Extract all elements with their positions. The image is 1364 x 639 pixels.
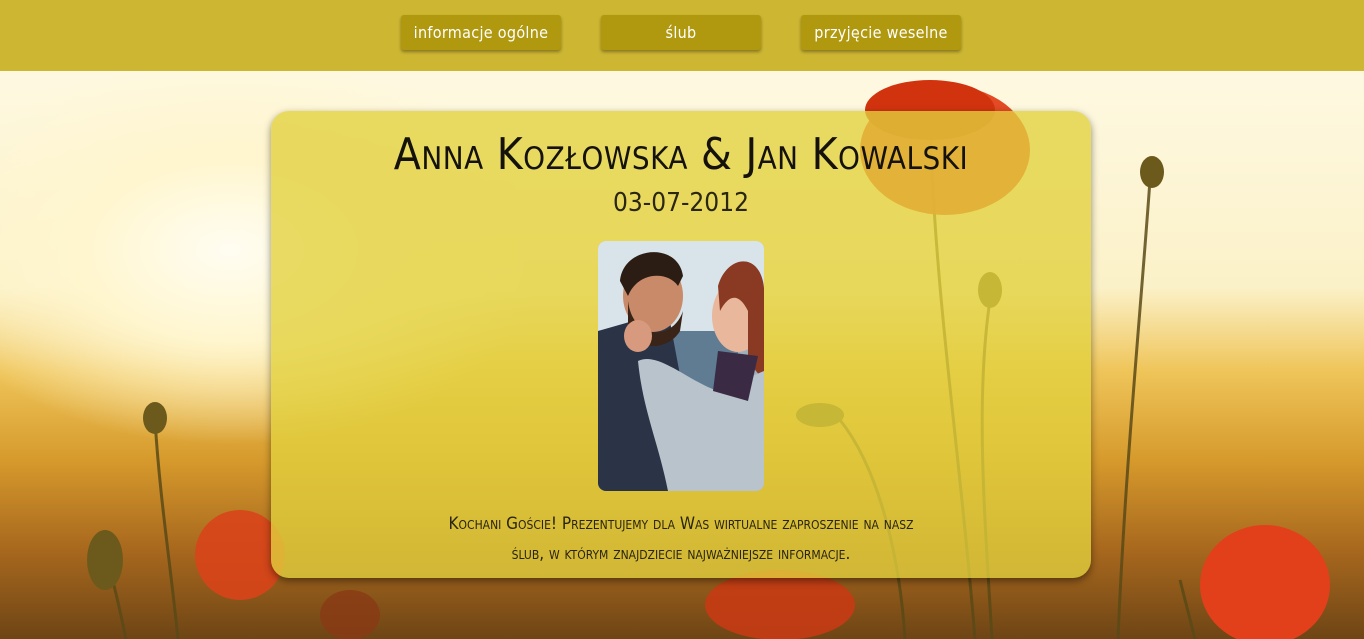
nav-button-general-info[interactable]: informacje ogólne — [401, 15, 561, 50]
couple-names-title: Anna Kozłowska & Jan Kowalski — [393, 129, 969, 180]
top-nav-bar: informacje ogólne ślub przyjęcie weselne — [0, 0, 1364, 71]
invitation-card: Anna Kozłowska & Jan Kowalski 03-07-2012… — [271, 111, 1091, 578]
wedding-date: 03-07-2012 — [613, 188, 749, 218]
couple-photo — [598, 241, 764, 491]
couple-photo-illustration — [598, 241, 764, 491]
welcome-message: Kochani Goście! Prezentujemy dla Was wir… — [448, 514, 914, 564]
nav-button-reception[interactable]: przyjęcie weselne — [801, 15, 961, 50]
nav-button-wedding[interactable]: ślub — [601, 15, 761, 50]
